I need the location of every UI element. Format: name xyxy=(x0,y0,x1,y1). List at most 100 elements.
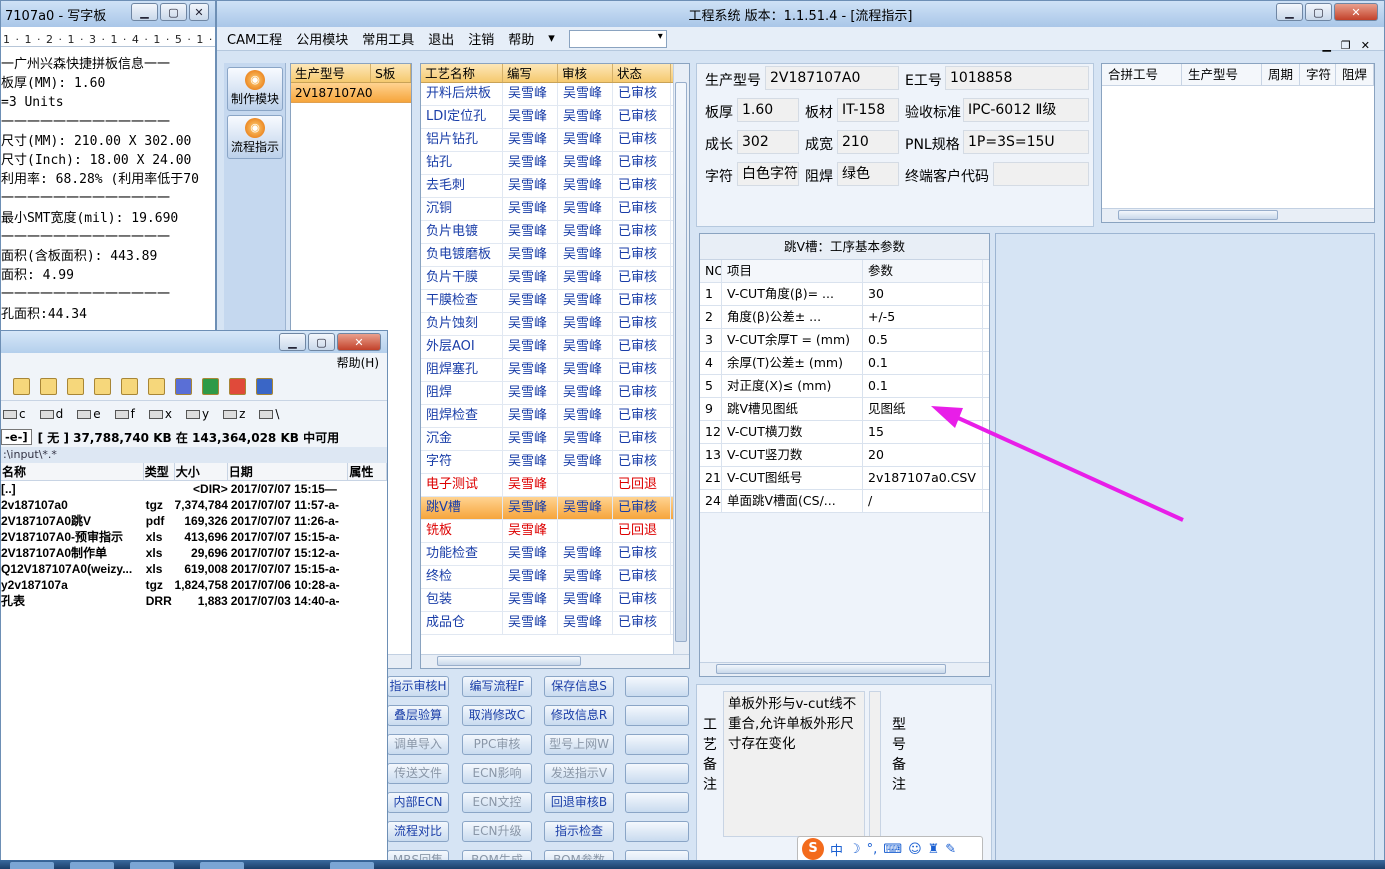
action-button[interactable]: ECN影响 xyxy=(462,763,532,784)
params-hscroll[interactable] xyxy=(700,662,989,676)
param-row[interactable]: 4 余厚(T)公差± (mm) 0.1 xyxy=(700,352,989,375)
file-row[interactable]: 2V187107A0制作单 xls 29,696 2017/07/07 15:12-a… xyxy=(1,545,387,561)
param-row[interactable]: 2 角度(β)公差± ... +/-5 xyxy=(700,306,989,329)
current-path[interactable]: :\input\*.* xyxy=(1,447,387,463)
action-button[interactable]: 传送文件 xyxy=(387,763,449,784)
action-button[interactable]: 回退审核B xyxy=(544,792,614,813)
size-header[interactable]: 大小 xyxy=(175,463,228,480)
process-row[interactable]: 字符 吴雪峰 吴雪峰 已审核 xyxy=(421,451,689,474)
wrench-icon[interactable]: ✎ xyxy=(945,842,956,857)
merge-mask-header[interactable]: 阻焊 xyxy=(1336,64,1374,85)
file-row[interactable]: 2V187107A0-预审指示 xls 413,696 2017/07/07 15:1… xyxy=(1,529,387,545)
up-folder-icon[interactable] xyxy=(40,378,57,395)
help-menu[interactable]: 帮助(H) xyxy=(1,353,387,373)
pnl-field[interactable]: 1P=3S=15U xyxy=(963,130,1089,154)
menu-item[interactable]: 退出 xyxy=(428,29,454,48)
action-button[interactable]: 指示检查 xyxy=(544,821,614,842)
process-row[interactable]: 外层AOI 吴雪峰 吴雪峰 已审核 xyxy=(421,336,689,359)
drive-button[interactable]: c xyxy=(3,407,26,421)
grid-icon[interactable] xyxy=(94,378,111,395)
close-button[interactable]: ✕ xyxy=(337,333,381,351)
action-button[interactable]: 取消修改C xyxy=(462,705,532,726)
process-row[interactable]: 铝片钻孔 吴雪峰 吴雪峰 已审核 xyxy=(421,129,689,152)
model-col-header[interactable]: 生产型号 xyxy=(291,64,371,82)
action-button[interactable] xyxy=(625,792,689,813)
process-row[interactable]: 阻焊 吴雪峰 吴雪峰 已审核 xyxy=(421,382,689,405)
minimize-button[interactable]: ▁ xyxy=(1276,3,1303,21)
process-row[interactable]: 功能检查 吴雪峰 吴雪峰 已审核 xyxy=(421,543,689,566)
word-icon[interactable] xyxy=(256,378,273,395)
process-row[interactable]: 跳V槽 吴雪峰 吴雪峰 已审核 xyxy=(421,497,689,520)
param-row[interactable]: 5 对正度(X)≤ (mm) 0.1 xyxy=(700,375,989,398)
menu-item[interactable]: CAM工程 xyxy=(227,29,282,48)
standard-field[interactable]: IPC-6012 Ⅱ级 xyxy=(963,98,1089,122)
thickness-field[interactable]: 1.60 xyxy=(737,98,799,122)
document-text[interactable]: 一广州兴森快捷拼板信息一一 板厚(MM): 1.60 =3 Units 一一一一一一一… xyxy=(1,47,215,324)
merge-no-header[interactable]: 合拼工号 xyxy=(1102,64,1182,85)
action-button[interactable] xyxy=(625,821,689,842)
moon-icon[interactable]: ☽ xyxy=(849,842,861,857)
remark-scrollbar[interactable] xyxy=(869,691,881,837)
action-button[interactable] xyxy=(625,734,689,755)
taskbar-button[interactable] xyxy=(70,862,114,869)
process-row[interactable]: 沉铜 吴雪峰 吴雪峰 已审核 xyxy=(421,198,689,221)
action-button[interactable]: 发送指示V xyxy=(544,763,614,784)
process-row[interactable]: 包装 吴雪峰 吴雪峰 已审核 xyxy=(421,589,689,612)
param-row[interactable]: 1 V-CUT角度(β)= ... 30 xyxy=(700,283,989,306)
folder-icon[interactable] xyxy=(67,378,84,395)
action-button[interactable]: 叠层验算 xyxy=(387,705,449,726)
file-row[interactable]: 2V187107A0跳V pdf 169,326 2017/07/07 11:26-a… xyxy=(1,513,387,529)
drive-button[interactable]: e xyxy=(77,407,101,421)
name-header[interactable]: 名称 xyxy=(1,463,144,480)
action-button[interactable]: 型号上网W xyxy=(544,734,614,755)
action-button[interactable]: ECN升级 xyxy=(462,821,532,842)
file-row[interactable]: [..] <DIR> 2017/07/07 15:15— xyxy=(1,481,387,497)
file-row[interactable]: 2v187107a0 tgz 7,374,784 2017/07/07 11:57-a… xyxy=(1,497,387,513)
model-row[interactable]: 2V187107A0 xyxy=(291,83,411,103)
view-grid-icon[interactable] xyxy=(13,378,30,395)
folder-icon[interactable] xyxy=(148,378,165,395)
process-row[interactable]: 沉金 吴雪峰 吴雪峰 已审核 xyxy=(421,428,689,451)
scroll-thumb[interactable] xyxy=(437,656,581,666)
e-number-field[interactable]: 1018858 xyxy=(945,66,1089,90)
type-header[interactable]: 类型 xyxy=(144,463,175,480)
width-field[interactable]: 210 xyxy=(837,130,899,154)
file-row[interactable]: Q12V187107A0(weizy... xls 619,008 2017/07/0… xyxy=(1,561,387,577)
action-button[interactable]: 指示审核H xyxy=(387,676,449,697)
drive-button[interactable]: d xyxy=(39,407,63,421)
excel-icon[interactable] xyxy=(202,378,219,395)
menu-item[interactable]: 公用模块 xyxy=(296,29,348,48)
action-button[interactable] xyxy=(625,763,689,784)
action-button[interactable]: ECN文控 xyxy=(462,792,532,813)
date-header[interactable]: 日期 xyxy=(228,463,349,480)
customer-code-field[interactable] xyxy=(993,162,1089,186)
sogou-icon[interactable]: S xyxy=(802,838,824,860)
process-row[interactable]: 负片干膜 吴雪峰 吴雪峰 已审核 xyxy=(421,267,689,290)
file-manager-titlebar[interactable]: ▁ ▢ ✕ xyxy=(1,331,387,353)
process-row[interactable]: 去毛刺 吴雪峰 吴雪峰 已审核 xyxy=(421,175,689,198)
merge-hscroll[interactable] xyxy=(1102,208,1374,222)
process-row[interactable]: 负电镀磨板 吴雪峰 吴雪峰 已审核 xyxy=(421,244,689,267)
model-field[interactable]: 2V187107A0 xyxy=(765,66,899,90)
process-row[interactable]: 开料后烘板 吴雪峰 吴雪峰 已审核 xyxy=(421,83,689,106)
taskbar-button[interactable] xyxy=(330,862,374,869)
maximize-button[interactable]: ▢ xyxy=(1305,3,1332,21)
merge-char-header[interactable]: 字符 xyxy=(1300,64,1336,85)
param-row[interactable]: 3 V-CUT余厚T = (mm) 0.5 xyxy=(700,329,989,352)
reviewer-header[interactable]: 审核 xyxy=(558,64,613,82)
action-button[interactable]: 流程对比 xyxy=(387,821,449,842)
keyboard-icon[interactable]: ⌨ xyxy=(883,842,902,857)
drive-select[interactable]: -e-] xyxy=(1,429,32,445)
close-button[interactable]: ✕ xyxy=(189,3,209,21)
process-row[interactable]: 成品仓 吴雪峰 吴雪峰 已审核 xyxy=(421,612,689,635)
action-button[interactable] xyxy=(625,676,689,697)
process-row[interactable]: 负片电镀 吴雪峰 吴雪峰 已审核 xyxy=(421,221,689,244)
s-board-col-header[interactable]: S板 xyxy=(371,64,411,82)
process-row[interactable]: 终检 吴雪峰 吴雪峰 已审核 xyxy=(421,566,689,589)
process-hscroll[interactable] xyxy=(421,654,689,668)
process-name-header[interactable]: 工艺名称 xyxy=(421,64,503,82)
process-row[interactable]: 阻焊检查 吴雪峰 吴雪峰 已审核 xyxy=(421,405,689,428)
scroll-thumb[interactable] xyxy=(675,82,687,642)
writer-header[interactable]: 编写 xyxy=(503,64,558,82)
action-button[interactable] xyxy=(625,705,689,726)
